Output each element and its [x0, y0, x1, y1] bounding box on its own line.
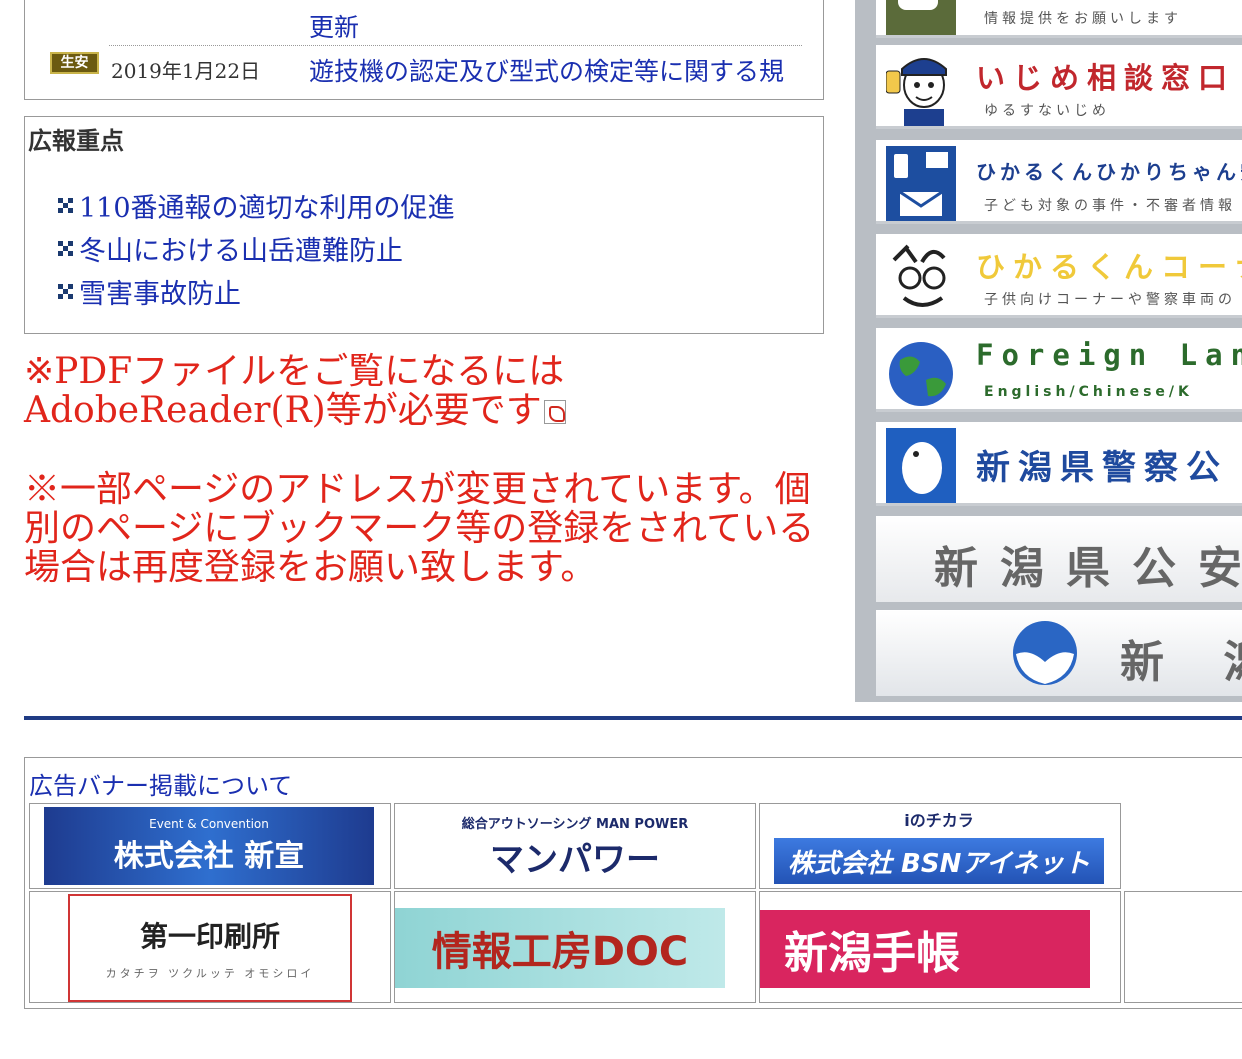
ad-cell-empty: [1124, 891, 1242, 1003]
banner-subtitle: 子ども対象の事件・不審者情報: [984, 198, 1236, 214]
ad-banner-niigata-techo[interactable]: 新潟手帳: [760, 910, 1090, 988]
banner-subtitle: 子供向けコーナーや警察車両の: [984, 292, 1236, 308]
ad-name: マンパワー: [490, 840, 660, 880]
banner-niigata-police[interactable]: 新潟県警察公: [876, 422, 1242, 506]
pdf-notice: ※PDFファイルをご覧になるには AdobeReader(R)等が必要です: [24, 352, 744, 430]
banner-public-safety-commission[interactable]: 新潟県公安: [876, 516, 1242, 602]
publicity-link[interactable]: 110番通報の適切な利用の促進: [79, 195, 455, 223]
bullet-icon: [58, 241, 73, 256]
banner-subtitle: English/Chinese/K: [984, 384, 1193, 400]
category-badge: 生安: [50, 52, 99, 74]
ad-cell: 情報工房DOC: [394, 891, 756, 1003]
mascot-icon: [892, 244, 946, 307]
banner-title: ひかるくんひかりちゃん安心: [976, 160, 1242, 184]
ad-cell: 総合アウトソーシング MAN POWER マンパワー: [394, 803, 756, 889]
publicity-focus-title: 広報重点: [28, 126, 124, 155]
banner-info-request[interactable]: 情報提供をお願いします: [876, 0, 1242, 38]
ad-small-text: カタチヲ ツクルッテ オモシロイ: [105, 967, 315, 980]
list-item: 雪害事故防止: [58, 281, 455, 324]
ad-small-text: Event & Convention: [149, 817, 269, 831]
list-item: 冬山における山岳遭難防止: [58, 238, 455, 281]
address-change-notice: ※一部ページのアドレスが変更されています。個別のページにブックマーク等の登録をさ…: [24, 469, 815, 588]
ad-banner-manpower[interactable]: 総合アウトソーシング MAN POWER マンパワー: [455, 808, 695, 886]
banner-foreign-language[interactable]: Foreign Lan English/Chinese/K: [876, 328, 1242, 412]
emblem-icon: [1013, 621, 1077, 685]
mail-phone-icon: [886, 146, 956, 221]
ad-banner-info-link[interactable]: 広告バナー掲載について: [29, 766, 292, 801]
banner-title: Foreign Lan: [976, 338, 1242, 372]
banner-niigata-prefecture[interactable]: 新 潟: [876, 610, 1242, 696]
mascot-bird-icon: [886, 428, 956, 503]
ad-cell: iのチカラ 株式会社 BSNアイネット: [759, 803, 1121, 889]
pdf-notice-text: ※PDFファイルをご覧になるには AdobeReader(R)等が必要です: [24, 351, 565, 431]
bullet-icon: [58, 284, 73, 299]
ad-banner-table: 広告バナー掲載について Event & Convention 株式会社 新宣 総…: [24, 757, 1242, 1009]
banner-title: ひかるくんコーナ: [976, 250, 1242, 284]
ad-small-text: iのチカラ: [904, 811, 974, 830]
banner-title: いじめ相談窓口: [976, 61, 1236, 95]
banner-subtitle: ゆるすないじめ: [984, 103, 1110, 119]
police-officer-icon: [886, 58, 947, 126]
list-item: 110番通報の適切な利用の促進: [58, 195, 455, 238]
publicity-focus-box: 広報重点 110番通報の適切な利用の促進 冬山における山岳遭難防止 雪害事故防止: [24, 116, 824, 334]
banner-hikaru-corner[interactable]: ひかるくんコーナ 子供向けコーナーや警察車両の: [876, 234, 1242, 318]
news-box: 更新 生安 2019年1月22日 遊技機の認定及び型式の検定等に関する規: [24, 0, 824, 100]
news-date: 2019年1月22日: [111, 59, 261, 83]
publicity-link[interactable]: 雪害事故防止: [79, 281, 241, 309]
side-banner-column: 情報提供をお願いします いじめ相談窓口 ゆるすないじめ ひかるくんひかりちゃん安…: [855, 0, 1242, 702]
publicity-focus-list: 110番通報の適切な利用の促進 冬山における山岳遭難防止 雪害事故防止: [58, 195, 455, 324]
ad-banner-joho-kobo-doc[interactable]: 情報工房DOC: [395, 908, 725, 988]
ad-banner-shinsen[interactable]: Event & Convention 株式会社 新宣: [44, 807, 374, 885]
chat-icon: [886, 0, 956, 35]
ad-banner-bsn-inet[interactable]: 株式会社 BSNアイネット: [774, 838, 1104, 884]
banner-title: 新 潟: [1120, 637, 1242, 688]
news-link[interactable]: 遊技機の認定及び型式の検定等に関する規: [309, 52, 784, 88]
bullet-icon: [58, 198, 73, 213]
ad-banner-daiichi-insatsu[interactable]: 第一印刷所 カタチヲ ツクルッテ オモシロイ: [68, 894, 352, 1002]
ad-small-text: 総合アウトソーシング MAN POWER: [461, 817, 689, 832]
globe-icon: [889, 342, 953, 406]
ad-name: 株式会社 新宣: [113, 839, 305, 874]
banner-title: 新潟県公安: [934, 543, 1242, 594]
ad-name: 第一印刷所: [139, 920, 280, 953]
news-separator: [109, 45, 802, 46]
ad-cell: 新潟手帳: [759, 891, 1121, 1003]
ad-cell: 第一印刷所 カタチヲ ツクルッテ オモシロイ: [29, 891, 391, 1003]
banner-subtitle: 情報提供をお願いします: [984, 11, 1182, 27]
publicity-link[interactable]: 冬山における山岳遭難防止: [79, 238, 403, 266]
pdf-icon[interactable]: [543, 400, 566, 424]
banner-anshin-mail[interactable]: ひかるくんひかりちゃん安心 子ども対象の事件・不審者情報: [876, 140, 1242, 224]
banner-title: 新潟県警察公: [976, 448, 1228, 488]
news-link-update[interactable]: 更新: [309, 8, 359, 44]
ad-cell: Event & Convention 株式会社 新宣: [29, 803, 391, 889]
section-divider: [24, 716, 1242, 720]
banner-bullying[interactable]: いじめ相談窓口 ゆるすないじめ: [876, 45, 1242, 129]
